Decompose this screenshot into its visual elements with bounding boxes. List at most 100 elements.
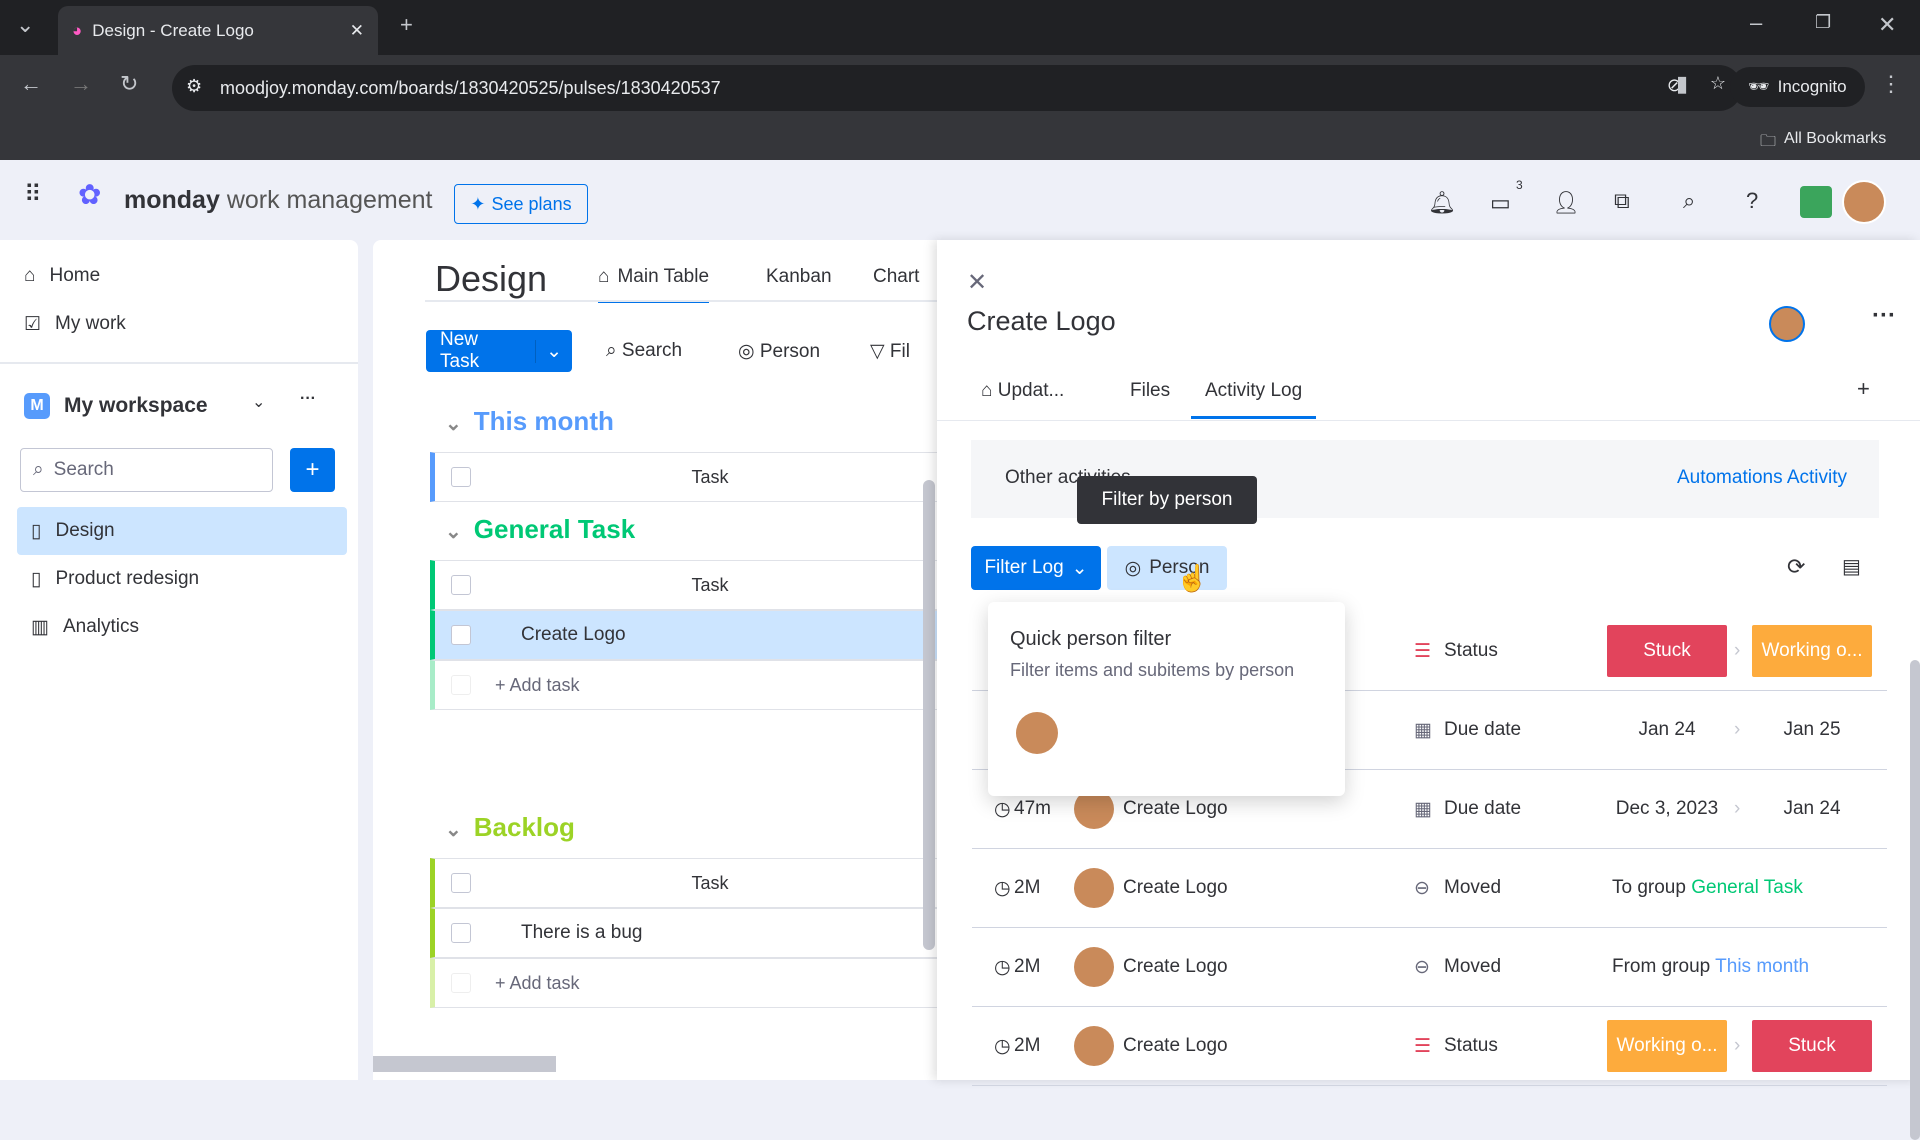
log-row[interactable]: ◷ 2M Create Logo ⊖ Moved To group General Tas…: [972, 849, 1887, 928]
brand[interactable]: monday work management: [124, 186, 432, 215]
chevron-down-icon[interactable]: ⌄: [445, 521, 462, 543]
popup-subtitle: Filter items and subitems by person: [1010, 660, 1295, 680]
add-board-button[interactable]: +: [290, 448, 335, 492]
checkbox[interactable]: [451, 625, 471, 645]
refresh-icon[interactable]: ⟳: [1787, 554, 1805, 580]
chevron-down-icon[interactable]: ⌄: [535, 339, 572, 363]
horizontal-scrollbar[interactable]: [373, 1056, 556, 1072]
tab-main-table[interactable]: ⌂ Main Table: [598, 266, 710, 303]
new-task-button[interactable]: New Task ⌄: [426, 329, 572, 372]
checkbox[interactable]: [451, 873, 471, 893]
person-avatar[interactable]: [1016, 712, 1058, 754]
subscribers-avatar[interactable]: [1769, 306, 1805, 342]
tab-chart[interactable]: Chart: [873, 266, 919, 288]
browser-tab[interactable]: ◕ Design - Create Logo ✕: [58, 6, 378, 55]
add-task-row[interactable]: + Add task: [430, 958, 937, 1008]
sidebar-item-my-work[interactable]: ☑ My work: [24, 304, 126, 344]
reload-icon[interactable]: ↻: [120, 71, 138, 97]
sidebar-item-product-redesign[interactable]: ▯ Product redesign: [31, 559, 199, 599]
add-task-label[interactable]: + Add task: [495, 973, 580, 994]
side-panel-icon[interactable]: ▮: [1676, 71, 1688, 97]
group-this-month[interactable]: ⌄ This month: [445, 406, 614, 437]
user-avatar[interactable]: [1842, 180, 1886, 224]
close-window-icon[interactable]: ✕: [1878, 12, 1896, 38]
sidebar-search-input[interactable]: ⌕ Search: [20, 448, 273, 492]
checkbox[interactable]: [451, 575, 471, 595]
workspace-logo-icon[interactable]: [1800, 186, 1832, 218]
more-icon[interactable]: ···: [300, 390, 316, 408]
minimize-icon[interactable]: –: [1750, 10, 1762, 36]
apps-grid-icon[interactable]: ⠿: [24, 180, 42, 209]
sidebar-item-design[interactable]: ▯ Design: [17, 507, 347, 555]
inbox-icon[interactable]: ▭: [1490, 190, 1511, 216]
arrow-right-icon: ›: [1734, 719, 1741, 740]
inbox-badge: 3: [1516, 178, 1523, 192]
log-item-name[interactable]: Create Logo: [1123, 877, 1228, 899]
log-item-name[interactable]: Create Logo: [1123, 1035, 1228, 1057]
close-tab-icon[interactable]: ✕: [350, 21, 364, 41]
star-icon[interactable]: ☆: [1710, 73, 1726, 94]
chevron-down-icon[interactable]: ⌄: [445, 819, 462, 841]
table-row[interactable]: Create Logo: [430, 610, 937, 660]
board-filter-button[interactable]: ▽ Fil: [870, 340, 910, 363]
checkbox[interactable]: [451, 467, 471, 487]
automations-activity-link[interactable]: Automations Activity: [1677, 467, 1847, 489]
sidebar-item-home[interactable]: ⌂ Home: [24, 256, 100, 296]
log-item-name[interactable]: Create Logo: [1123, 956, 1228, 978]
new-tab-icon[interactable]: +: [400, 12, 413, 38]
tab-kanban[interactable]: Kanban: [766, 266, 832, 288]
add-tab-icon[interactable]: +: [1857, 376, 1870, 402]
workspace-selector[interactable]: M My workspace: [24, 386, 208, 426]
back-icon[interactable]: ←: [20, 71, 42, 97]
log-from-value: Stuck: [1607, 625, 1727, 677]
invite-icon[interactable]: 👤︎: [1552, 190, 1580, 216]
person-avatar: [1074, 868, 1114, 908]
board-search-button[interactable]: ⌕ Search: [606, 340, 682, 362]
menu-icon[interactable]: ⋮: [1880, 71, 1902, 97]
bell-icon[interactable]: 🔔︎: [1428, 190, 1456, 216]
group-backlog[interactable]: ⌄ Backlog: [445, 812, 575, 843]
board-person-button[interactable]: ◎ Person: [738, 340, 820, 363]
site-info-icon[interactable]: ⚙: [186, 76, 202, 97]
tab-updates[interactable]: ⌂ Updat...: [981, 380, 1064, 402]
integrations-icon[interactable]: ⧉: [1614, 188, 1630, 214]
export-excel-icon[interactable]: ▤: [1842, 554, 1861, 579]
arrow-right-icon: ›: [1734, 1035, 1741, 1056]
log-item-name[interactable]: Create Logo: [1123, 798, 1228, 820]
see-plans-button[interactable]: ✦ See plans: [454, 184, 588, 224]
tab-activity-log[interactable]: Activity Log: [1191, 380, 1317, 419]
vertical-scrollbar[interactable]: [923, 480, 935, 950]
tab-files[interactable]: Files: [1130, 380, 1170, 402]
table-row[interactable]: There is a bug: [430, 908, 937, 958]
panel-scrollbar[interactable]: [1910, 660, 1920, 1140]
log-to-value: Jan 24: [1783, 798, 1841, 819]
checkbox[interactable]: [451, 923, 471, 943]
help-icon[interactable]: ?: [1746, 188, 1758, 214]
all-bookmarks[interactable]: 🗀 All Bookmarks: [1760, 130, 1886, 157]
forward-icon[interactable]: →: [70, 71, 92, 97]
log-row[interactable]: ◷ 2M Create Logo ⊖ Moved From group This mont…: [972, 928, 1887, 1007]
address-bar[interactable]: ⚙ moodjoy.monday.com/boards/1830420525/p…: [172, 65, 1742, 111]
chevron-down-icon[interactable]: ⌄: [252, 392, 265, 412]
item-name[interactable]: There is a bug: [521, 922, 642, 944]
more-icon[interactable]: ···: [1872, 302, 1896, 330]
log-row[interactable]: ◷ 2M Create Logo ☰ Status Working o... › Stuck: [972, 1007, 1887, 1086]
chevron-down-icon[interactable]: ⌄: [445, 413, 462, 435]
incognito-label: Incognito: [1777, 77, 1847, 96]
filter-log-button[interactable]: Filter Log ⌄: [971, 546, 1101, 590]
item-name[interactable]: Create Logo: [521, 624, 626, 646]
panel-title[interactable]: Create Logo: [967, 306, 1116, 337]
search-icon[interactable]: ⌕: [1683, 188, 1695, 214]
add-task-label[interactable]: + Add task: [495, 675, 580, 696]
add-task-row[interactable]: + Add task: [430, 660, 937, 710]
restore-icon[interactable]: ❐: [1815, 12, 1831, 33]
person-filter-button[interactable]: ◎ Person: [1107, 546, 1227, 590]
tab-list-icon[interactable]: ⌄: [16, 12, 34, 38]
clock-icon: ◷: [994, 1035, 1011, 1057]
browser-tab-strip: ⌄ ◕ Design - Create Logo ✕ + – ❐ ✕: [0, 0, 1920, 55]
group-general-task[interactable]: ⌄ General Task: [445, 514, 635, 545]
sidebar-item-analytics[interactable]: ▥ Analytics: [31, 607, 139, 647]
close-icon[interactable]: ✕: [967, 268, 987, 297]
incognito-badge[interactable]: 🕶 Incognito: [1730, 67, 1865, 107]
calendar-icon: ▦: [1414, 798, 1432, 820]
